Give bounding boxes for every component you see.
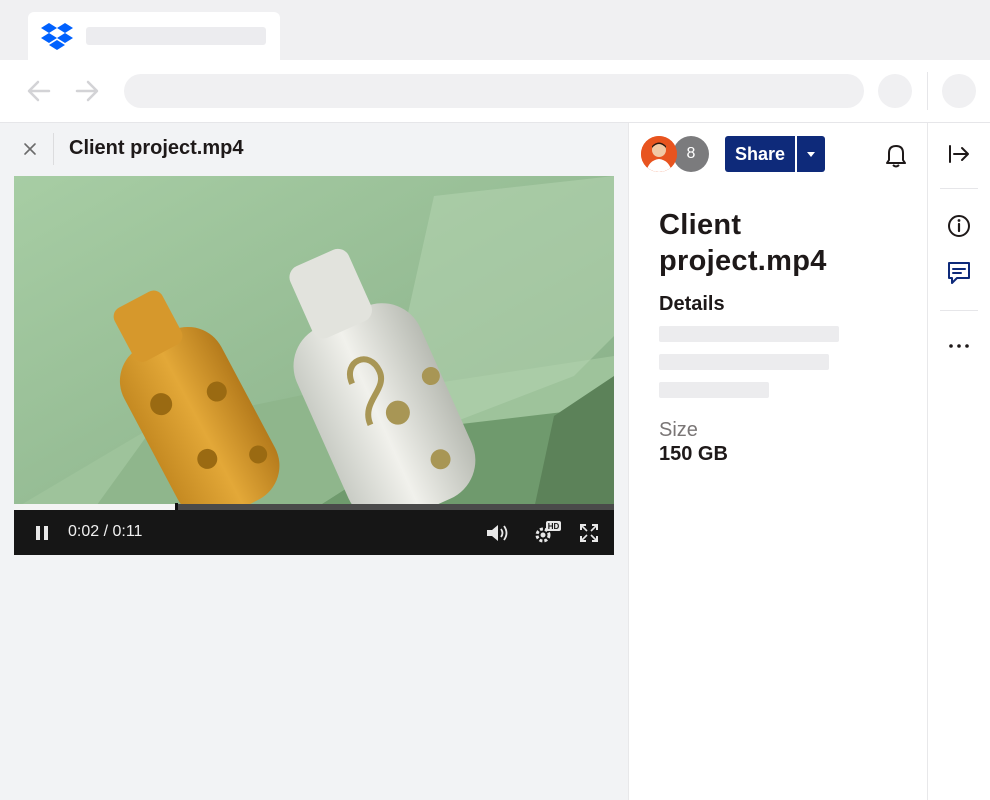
comment-icon[interactable] xyxy=(946,260,972,286)
caret-down-icon xyxy=(807,152,815,157)
back-arrow-icon[interactable] xyxy=(25,77,53,105)
hd-badge: HD xyxy=(548,522,560,531)
details-placeholder-line xyxy=(659,382,769,398)
bell-icon[interactable] xyxy=(883,141,909,169)
avatar[interactable] xyxy=(641,136,677,172)
browser-profile-button[interactable] xyxy=(942,74,976,108)
right-rail xyxy=(927,123,990,800)
file-title: Client project.mp4 xyxy=(69,137,244,159)
info-icon[interactable] xyxy=(946,213,972,239)
details-placeholder-line xyxy=(659,326,839,342)
header-divider xyxy=(53,133,54,165)
size-value: 150 GB xyxy=(659,443,728,465)
tab-title-placeholder xyxy=(86,27,266,45)
member-count-badge[interactable]: 8 xyxy=(673,136,709,172)
file-details-panel: 8 Share Client project.mp4 Details Size … xyxy=(628,123,928,800)
browser-toolbar xyxy=(0,60,990,123)
dropbox-logo-icon xyxy=(41,23,73,50)
share-button[interactable]: Share xyxy=(725,136,795,172)
panel-file-title: Client project.mp4 xyxy=(659,209,827,277)
pause-icon[interactable] xyxy=(34,524,50,542)
user-photo-icon xyxy=(641,136,677,172)
fullscreen-icon[interactable] xyxy=(578,522,600,544)
address-bar[interactable] xyxy=(124,74,864,108)
video-controls: 0:02 / 0:11 HD xyxy=(14,510,614,555)
settings-gear-icon[interactable]: HD xyxy=(532,520,562,546)
video-player[interactable]: 0:02 / 0:11 HD xyxy=(14,176,614,555)
toolbar-divider xyxy=(927,72,928,110)
browser-tab[interactable] xyxy=(28,12,280,60)
browser-extension-button[interactable] xyxy=(878,74,912,108)
rail-divider xyxy=(940,188,978,189)
forward-arrow-icon[interactable] xyxy=(73,77,101,105)
size-label: Size xyxy=(659,419,698,441)
more-icon[interactable] xyxy=(946,333,972,359)
rail-divider xyxy=(940,310,978,311)
details-placeholder-line xyxy=(659,354,829,370)
close-icon[interactable] xyxy=(20,139,40,159)
browser-tab-strip xyxy=(0,0,990,60)
share-options-dropdown[interactable] xyxy=(797,136,825,172)
details-heading: Details xyxy=(659,293,725,315)
video-frame xyxy=(14,176,614,509)
collapse-panel-icon[interactable] xyxy=(946,141,972,167)
file-preview-pane: Client project.mp4 0:02 / 0:11 HD xyxy=(0,123,627,800)
volume-icon[interactable] xyxy=(484,522,510,544)
video-time-display: 0:02 / 0:11 xyxy=(68,523,143,540)
